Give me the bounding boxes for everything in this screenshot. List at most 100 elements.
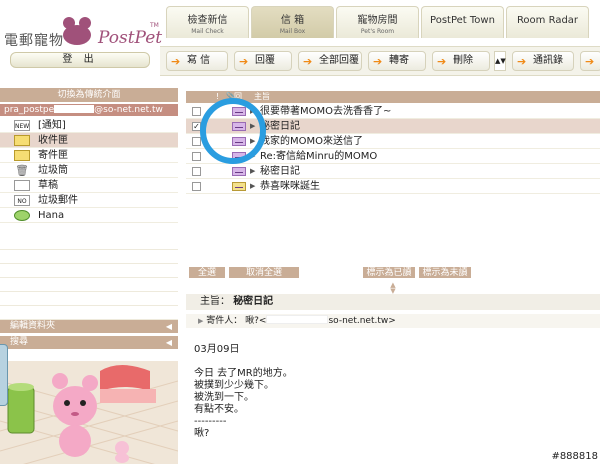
- message-subject: Re:寄信給Minru的MOMO: [260, 151, 378, 162]
- tab-sublabel: Mail Box: [279, 28, 306, 35]
- sender-label: 寄件人：: [206, 316, 243, 326]
- more-toolbar-button[interactable]: ➔: [580, 51, 600, 71]
- select-all-button[interactable]: 全選: [188, 266, 226, 279]
- message-subject: 很要帶著MOMO去洗香香了~: [260, 106, 392, 117]
- folder-list: NEW [通知] 收件匣 寄件匣 🗑 垃圾筒 草稿 NO 垃圾郵件 Hana: [0, 118, 178, 223]
- triangle-right-icon: ▶: [250, 182, 256, 190]
- arrow-right-icon: ➔: [171, 55, 181, 68]
- message-subject: 恭喜咪咪誕生: [260, 181, 320, 192]
- logout-button[interactable]: 登 出: [10, 52, 150, 68]
- mark-read-button[interactable]: 標示為已讀: [362, 266, 416, 279]
- preview-subject-bar: 主旨： 秘密日記: [186, 294, 600, 310]
- folder-inbox[interactable]: 收件匣: [0, 133, 178, 148]
- folder-label: 垃圾筒: [38, 165, 68, 176]
- spam-icon: NO: [14, 195, 30, 206]
- message-checkbox[interactable]: [192, 137, 201, 146]
- tab-pets-room[interactable]: 寵物房間 Pet's Room: [336, 6, 419, 38]
- tab-room-radar[interactable]: Room Radar: [506, 6, 589, 38]
- compose-button[interactable]: ➔ 寫 信: [166, 51, 228, 71]
- account-suffix: @so-net.net.tw: [94, 105, 163, 115]
- redaction-mask: [54, 105, 95, 113]
- triangle-left-icon: ◀: [165, 322, 172, 331]
- message-row[interactable]: ▶ 秘密日記: [186, 164, 600, 179]
- tab-label: Room Radar: [516, 15, 579, 26]
- mail-pane: ! 📎 回 主旨 ▶ 很要帶著MOMO去洗香香了~ ✓ ▶ 秘密日記 ▶ 我家的…: [186, 88, 600, 464]
- draft-icon: [14, 180, 30, 191]
- message-checkbox[interactable]: [192, 167, 201, 176]
- message-checkbox[interactable]: [192, 152, 201, 161]
- compose-label: 寫 信: [187, 55, 211, 66]
- tab-postpet-town[interactable]: PostPet Town: [421, 6, 504, 38]
- tab-label: 寵物房間: [357, 15, 398, 26]
- outbox-icon: [14, 150, 30, 161]
- pet-room-scene: [0, 361, 178, 464]
- mark-unread-button[interactable]: 標示為未讀: [418, 266, 472, 279]
- header-subject[interactable]: 主旨: [254, 91, 270, 103]
- folder-trash[interactable]: 🗑 垃圾筒: [0, 163, 178, 178]
- tab-sublabel: Pet's Room: [360, 28, 395, 35]
- edit-folder-panel-toggle[interactable]: 編輯資料夾 ◀: [0, 320, 178, 333]
- forward-label: 轉寄: [389, 55, 409, 66]
- preview-subject: 秘密日記: [233, 296, 274, 307]
- folder-label: 垃圾郵件: [38, 195, 78, 206]
- tab-sublabel: Mail Check: [191, 28, 224, 35]
- arrow-right-icon: ➔: [585, 55, 595, 68]
- brand-logo[interactable]: 電郵寵物 PostPet TM: [4, 16, 164, 50]
- reply-label: 回覆: [255, 55, 275, 66]
- folder-label: 草稿: [38, 180, 58, 191]
- delete-options-dropdown[interactable]: ▲▼: [494, 51, 506, 71]
- folder-outbox[interactable]: 寄件匣: [0, 148, 178, 163]
- tab-label: 信 箱: [280, 15, 305, 26]
- folder-spam[interactable]: NO 垃圾郵件: [0, 193, 178, 208]
- folder-label: 收件匣: [38, 135, 68, 146]
- empty-row: [186, 194, 600, 209]
- reply-button[interactable]: ➔ 回覆: [234, 51, 292, 71]
- preview-subject-label: 主旨：: [200, 296, 230, 307]
- redaction-mask: [266, 315, 329, 324]
- unread-envelope-icon: [232, 167, 246, 176]
- brand-trademark: TM: [150, 22, 159, 29]
- message-row[interactable]: ▶ 恭喜咪咪誕生: [186, 179, 600, 194]
- folder-draft[interactable]: 草稿: [0, 178, 178, 193]
- arrow-right-icon: ➔: [373, 55, 383, 68]
- image-watermark: #888818: [551, 451, 598, 462]
- message-body: 03月09日 今日 去了MR的地方。 被撲到少少幾下。 被洗到一下。 有點不安。…: [194, 344, 293, 439]
- deselect-all-button[interactable]: 取消全選: [228, 266, 300, 279]
- folder-empty-lines: [0, 236, 178, 320]
- inbox-icon: [14, 135, 30, 146]
- header: 電郵寵物 PostPet TM 登 出 檢查新信 Mail Check 信 箱 …: [0, 0, 600, 88]
- delete-button[interactable]: ➔ 刪除: [432, 51, 490, 71]
- switch-classic-ui-link[interactable]: 切換為傳統介面: [0, 88, 178, 102]
- highlight-circle-annotation: [200, 98, 266, 164]
- list-action-bar: 全選 取消全選 標示為已讀 標示為未讀: [186, 266, 600, 280]
- address-book-label: 通訊錄: [533, 55, 563, 66]
- sender-domain: so-net.net.tw>: [328, 316, 396, 326]
- search-panel-toggle[interactable]: 搜尋 ◀: [0, 336, 178, 349]
- main-tabs: 檢查新信 Mail Check 信 箱 Mail Box 寵物房間 Pet's …: [166, 6, 600, 38]
- message-checkbox[interactable]: [192, 182, 201, 191]
- triangle-right-icon[interactable]: ▶: [198, 317, 203, 325]
- folder-notice[interactable]: NEW [通知]: [0, 118, 178, 133]
- forward-button[interactable]: ➔ 轉寄: [368, 51, 426, 71]
- address-book-button[interactable]: ➔ 通訊錄: [512, 51, 574, 71]
- opened-envelope-icon: [232, 182, 246, 191]
- folder-hana[interactable]: Hana: [0, 208, 178, 223]
- triangle-right-icon: ▶: [250, 167, 256, 175]
- tab-label: PostPet Town: [430, 15, 495, 26]
- reply-all-label: 全部回覆: [319, 55, 359, 66]
- tab-mail-check[interactable]: 檢查新信 Mail Check: [166, 6, 249, 38]
- account-prefix: pra_postpe: [4, 105, 55, 115]
- arrow-right-icon: ➔: [517, 55, 527, 68]
- message-checkbox[interactable]: [192, 107, 201, 116]
- tab-mail-box[interactable]: 信 箱 Mail Box: [251, 6, 334, 38]
- brand-chinese-name: 電郵寵物: [4, 33, 64, 49]
- side-drawer-handle[interactable]: [0, 344, 8, 406]
- reply-all-button[interactable]: ➔ 全部回覆: [298, 51, 362, 71]
- preview-sender-bar: ▶ 寄件人： 啾?< so-net.net.tw>: [186, 314, 600, 328]
- folder-pane: 切換為傳統介面 pra_postpe @so-net.net.tw NEW [通知…: [0, 88, 178, 464]
- sender-name[interactable]: 啾?<: [245, 316, 266, 326]
- hana-icon: [14, 210, 30, 221]
- pane-splitter-handle[interactable]: ▲ ▼: [186, 282, 600, 295]
- pet-room-illustration: [0, 361, 178, 464]
- message-subject: 秘密日記: [260, 166, 300, 177]
